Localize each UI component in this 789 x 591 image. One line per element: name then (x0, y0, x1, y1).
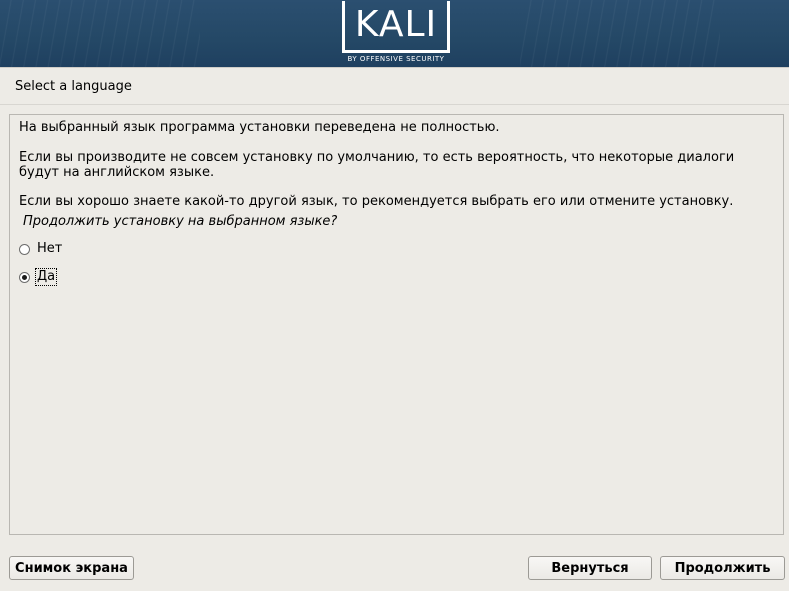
option-yes[interactable]: Да (19, 268, 58, 286)
screenshot-button[interactable]: Снимок экрана (9, 556, 134, 580)
logo-subtitle: BY OFFENSIVE SECURITY (347, 55, 445, 63)
content-panel: На выбранный язык программа установки пе… (9, 114, 784, 535)
page-title: Select a language (15, 79, 132, 94)
title-divider (0, 104, 789, 105)
header-divider (0, 67, 789, 68)
info-paragraph-1: На выбранный язык программа установки пе… (19, 120, 500, 135)
kali-banner: KALI BY OFFENSIVE SECURITY (0, 0, 789, 67)
kali-logo: KALI (342, 1, 450, 53)
banner-texture (0, 0, 200, 67)
info-paragraph-3: Если вы хорошо знаете какой-то другой яз… (19, 194, 734, 209)
radio-no[interactable] (19, 243, 30, 255)
option-no-label[interactable]: Нет (36, 241, 63, 257)
banner-texture (520, 0, 720, 67)
option-yes-label[interactable]: Да (34, 268, 58, 286)
info-paragraph-2: Если вы производите не совсем установку … (19, 150, 735, 180)
radio-yes[interactable] (19, 271, 30, 283)
logo-text: KALI (354, 3, 438, 45)
back-button[interactable]: Вернуться (528, 556, 652, 580)
question-prompt: Продолжить установку на выбранном языке? (23, 214, 338, 229)
option-no[interactable]: Нет (19, 241, 63, 257)
continue-button[interactable]: Продолжить (660, 556, 785, 580)
